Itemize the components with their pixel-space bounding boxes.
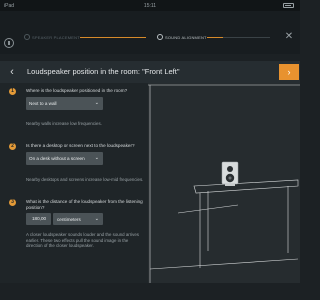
- step-sound-alignment[interactable]: Sound Alignment: [165, 35, 207, 40]
- question-1-select[interactable]: Next to a wall ⌄: [26, 97, 103, 110]
- question-1-selected-value: Next to a wall: [29, 101, 57, 106]
- chevron-down-icon: ⌄: [94, 100, 99, 106]
- question-2-number: 2: [9, 143, 16, 150]
- page-header: ‹ Loudspeaker position in the room: "Fro…: [0, 61, 300, 83]
- close-icon[interactable]: ✕: [283, 31, 295, 43]
- clock: 15:11: [143, 3, 157, 9]
- status-bar: iPad 15:11: [0, 0, 300, 11]
- floor-line: [149, 258, 299, 270]
- question-2-select[interactable]: On a desk without a screen ⌄: [26, 152, 103, 165]
- step-sound-alignment-icon: [157, 34, 163, 40]
- question-1-text: Where is the loudspeaker positioned in t…: [26, 88, 128, 93]
- distance-unit-select[interactable]: centimeters ⌄: [53, 213, 103, 225]
- question-3-hint: A closer loudspeaker sounds louder and t…: [26, 232, 140, 249]
- question-2-selected-value: On a desk without a screen: [29, 156, 85, 161]
- question-panel: 1 Where is the loudspeaker positioned in…: [0, 83, 148, 283]
- battery-icon: [283, 3, 294, 8]
- bottom-bar: [0, 283, 300, 300]
- next-button[interactable]: ›: [279, 64, 299, 80]
- room-illustration: [148, 83, 300, 283]
- desk-top: [193, 179, 299, 194]
- chevron-right-icon: ›: [287, 67, 291, 77]
- step-speaker-placement-icon: [24, 34, 30, 40]
- chevron-down-icon: ⌄: [94, 155, 99, 161]
- app-logo-icon: [4, 38, 14, 48]
- step-speaker-placement-progress: [80, 37, 146, 38]
- app-window: iPad 15:11 Speaker Placement Sound Align…: [0, 0, 300, 300]
- question-3-text: What is the distance of the loudspeaker …: [26, 199, 143, 210]
- step-speaker-placement[interactable]: Speaker Placement: [32, 35, 80, 40]
- question-3-number: 3: [9, 199, 16, 206]
- question-2-text: Is there a desktop or screen next to the…: [26, 143, 135, 148]
- chevron-down-icon: ⌄: [94, 216, 99, 222]
- loudspeaker-icon: [221, 161, 239, 186]
- question-2-hint: Nearby desktops and screens increase low…: [26, 177, 144, 182]
- step-sound-alignment-progress-fill: [207, 37, 223, 38]
- room-illustration-drawing: [148, 84, 300, 283]
- distance-input[interactable]: 180,00: [26, 213, 51, 225]
- step-sound-alignment-progress: [207, 37, 270, 38]
- chevron-left-icon[interactable]: ‹: [7, 66, 17, 78]
- top-bar: [0, 11, 300, 54]
- page-title: Loudspeaker position in the room: "Front…: [27, 67, 180, 76]
- question-1-number: 1: [9, 88, 16, 95]
- question-1-hint: Nearby walls increase low frequencies.: [26, 121, 102, 126]
- distance-unit-value: centimeters: [57, 217, 81, 222]
